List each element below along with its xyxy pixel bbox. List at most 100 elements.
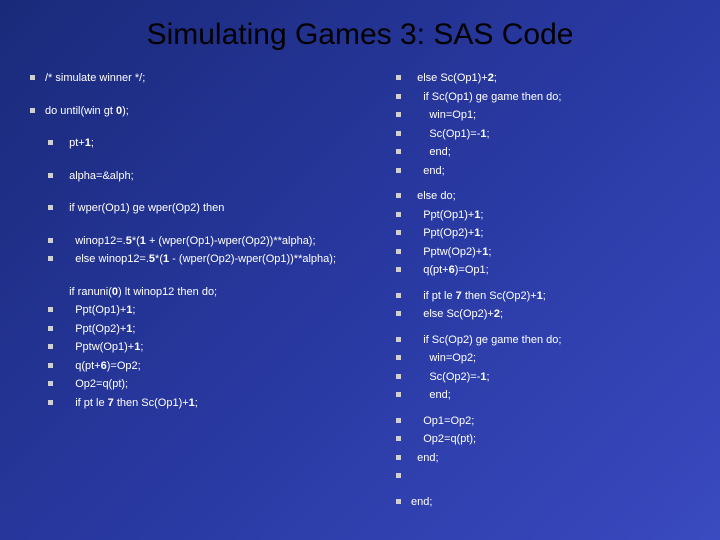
code-text: Ppt(Op1)+1;	[411, 207, 700, 224]
code-line: else Sc(Op1)+2;	[396, 70, 700, 87]
bullet-icon	[48, 344, 53, 349]
bullet-icon	[396, 267, 401, 272]
code-line: /* simulate winner */;	[30, 70, 366, 87]
code-line: pt+1;	[30, 135, 366, 152]
bullet-icon	[396, 94, 401, 99]
code-line: winop12=.5*(1 + (wper(Op1)-wper(Op2))**a…	[30, 233, 366, 250]
bullet-icon	[396, 75, 401, 80]
code-line: end;	[396, 387, 700, 404]
code-line: Pptw(Op2)+1;	[396, 244, 700, 261]
code-line: if Sc(Op1) ge game then do;	[396, 89, 700, 106]
code-text: end;	[411, 494, 700, 511]
code-text: q(pt+6)=Op2;	[63, 358, 366, 375]
bullet-icon	[48, 173, 53, 178]
bullet-icon	[48, 238, 53, 243]
code-text: end;	[411, 387, 700, 404]
code-line: Op1=Op2;	[396, 413, 700, 430]
code-text: Op1=Op2;	[411, 413, 700, 430]
code-text: do until(win gt 0);	[45, 103, 366, 120]
slide-title: Simulating Games 3: SAS Code	[0, 0, 720, 62]
code-text: end;	[411, 144, 700, 161]
bullet-icon	[396, 499, 401, 504]
code-text: if Sc(Op1) ge game then do;	[411, 89, 700, 106]
bullet-icon	[396, 455, 401, 460]
bullet-icon	[396, 249, 401, 254]
code-text: Ppt(Op1)+1;	[63, 302, 366, 319]
code-text: if Sc(Op2) ge game then do;	[411, 332, 700, 349]
bullet-icon	[48, 205, 53, 210]
code-line: Ppt(Op2)+1;	[396, 225, 700, 242]
bullet-icon	[396, 337, 401, 342]
bullet-icon	[396, 212, 401, 217]
code-line: q(pt+6)=Op1;	[396, 262, 700, 279]
code-text: Sc(Op1)=-1;	[411, 126, 700, 143]
code-line	[396, 468, 700, 478]
code-text: if ranuni(0) lt winop12 then do;	[63, 284, 366, 301]
bullet-icon	[396, 355, 401, 360]
code-line: Sc(Op2)=-1;	[396, 369, 700, 386]
bullet-icon	[396, 230, 401, 235]
code-line: q(pt+6)=Op2;	[30, 358, 366, 375]
bullet-icon	[48, 326, 53, 331]
code-line: win=Op2;	[396, 350, 700, 367]
bullet-icon	[396, 392, 401, 397]
slide-content: /* simulate winner */; do until(win gt 0)…	[0, 62, 720, 513]
code-line: end;	[396, 144, 700, 161]
code-text: if wper(Op1) ge wper(Op2) then	[63, 200, 366, 217]
code-text: win=Op2;	[411, 350, 700, 367]
code-line: else Sc(Op2)+2;	[396, 306, 700, 323]
code-line: end;	[396, 450, 700, 467]
code-line: end;	[396, 494, 700, 511]
code-text: Op2=q(pt);	[411, 431, 700, 448]
bullet-icon	[396, 293, 401, 298]
bullet-icon	[48, 400, 53, 405]
bullet-icon	[396, 473, 401, 478]
code-line: else winop12=.5*(1 - (wper(Op2)-wper(Op1…	[30, 251, 366, 268]
code-line: if pt le 7 then Sc(Op1)+1;	[30, 395, 366, 412]
bullet-icon	[396, 193, 401, 198]
code-text: Pptw(Op2)+1;	[411, 244, 700, 261]
code-text: else Sc(Op1)+2;	[411, 70, 700, 87]
code-text: Pptw(Op1)+1;	[63, 339, 366, 356]
bullet-icon	[48, 256, 53, 261]
code-text: Ppt(Op2)+1;	[63, 321, 366, 338]
code-text: else winop12=.5*(1 - (wper(Op2)-wper(Op1…	[63, 251, 366, 268]
bullet-icon	[396, 374, 401, 379]
code-line: Ppt(Op1)+1;	[30, 302, 366, 319]
code-line: Ppt(Op2)+1;	[30, 321, 366, 338]
code-line: if wper(Op1) ge wper(Op2) then	[30, 200, 366, 217]
bullet-icon	[48, 140, 53, 145]
code-line: Pptw(Op1)+1;	[30, 339, 366, 356]
code-text: if pt le 7 then Sc(Op2)+1;	[411, 288, 700, 305]
bullet-icon	[396, 149, 401, 154]
code-text: q(pt+6)=Op1;	[411, 262, 700, 279]
code-text: if pt le 7 then Sc(Op1)+1;	[63, 395, 366, 412]
code-text: pt+1;	[63, 135, 366, 152]
right-column: else Sc(Op1)+2; if Sc(Op1) ge game then …	[396, 70, 700, 513]
code-text: Ppt(Op2)+1;	[411, 225, 700, 242]
bullet-icon	[48, 381, 53, 386]
code-text: win=Op1;	[411, 107, 700, 124]
code-line: if pt le 7 then Sc(Op2)+1;	[396, 288, 700, 305]
bullet-icon	[30, 108, 35, 113]
code-text: else do;	[411, 188, 700, 205]
bullet-icon	[48, 363, 53, 368]
code-line: do until(win gt 0);	[30, 103, 366, 120]
bullet-icon	[30, 75, 35, 80]
code-text: end;	[411, 163, 700, 180]
code-line: if ranuni(0) lt winop12 then do;	[30, 284, 366, 301]
bullet-icon	[396, 311, 401, 316]
code-line: Ppt(Op1)+1;	[396, 207, 700, 224]
code-line: else do;	[396, 188, 700, 205]
code-line: Op2=q(pt);	[396, 431, 700, 448]
code-text: alpha=&alph;	[63, 168, 366, 185]
code-line: if Sc(Op2) ge game then do;	[396, 332, 700, 349]
code-line: end;	[396, 163, 700, 180]
bullet-icon	[48, 307, 53, 312]
bullet-icon	[396, 436, 401, 441]
code-text: winop12=.5*(1 + (wper(Op1)-wper(Op2))**a…	[63, 233, 366, 250]
bullet-icon	[396, 168, 401, 173]
code-line: Op2=q(pt);	[30, 376, 366, 393]
bullet-icon	[396, 131, 401, 136]
code-text: else Sc(Op2)+2;	[411, 306, 700, 323]
